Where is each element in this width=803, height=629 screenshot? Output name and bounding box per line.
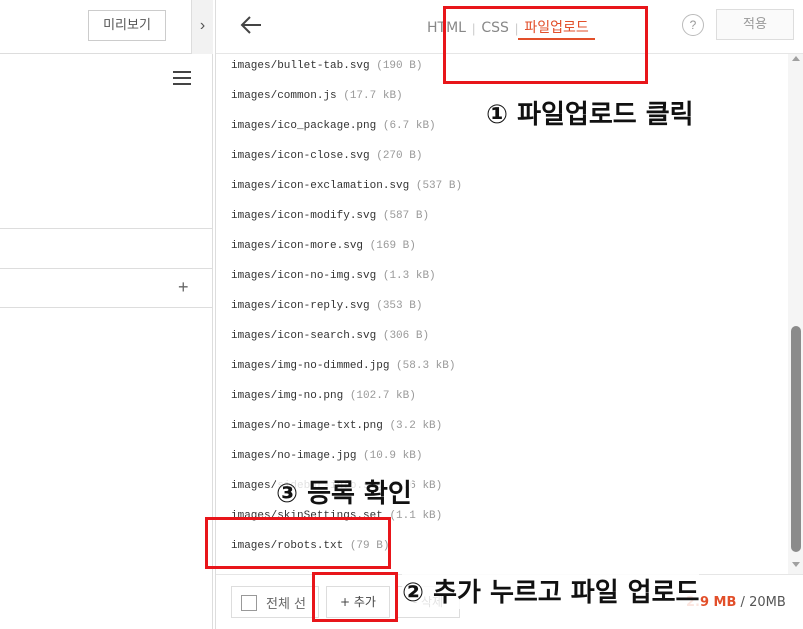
scrollbar[interactable] (788, 54, 803, 574)
back-arrow-icon[interactable] (238, 12, 264, 38)
file-size: (17.7 kB) (343, 90, 403, 102)
apply-button[interactable]: 적용 (716, 9, 794, 40)
divider (0, 307, 213, 308)
storage-total: 20MB (749, 595, 786, 610)
file-size: (587 B) (382, 210, 430, 222)
file-size: (3.2 kB) (389, 420, 443, 432)
file-name: images/img-no.png (231, 390, 344, 402)
file-name: images/icon-exclamation.svg (231, 180, 410, 192)
preview-button[interactable]: 미리보기 (88, 10, 166, 41)
file-list-item[interactable]: images/common.js (17.7 kB) (231, 86, 403, 106)
file-name: images/img-no-dimmed.jpg (231, 360, 390, 372)
annotation-step3: ③ 등록 확인 (276, 473, 412, 510)
file-size: (270 B) (376, 150, 423, 162)
divider (0, 228, 213, 229)
file-name: images/icon-search.svg (231, 330, 377, 342)
storage-usage: 2.9 MB / 20MB (686, 595, 786, 610)
editor-left-pane: 미리보기 › + (0, 0, 213, 629)
file-name: images/icon-more.svg (231, 240, 364, 252)
file-name: images/ico_package.png (231, 120, 377, 132)
file-list-item[interactable]: images/bullet-tab.svg (190 B) (231, 56, 422, 76)
file-list-item[interactable]: images/no-image.jpg (10.9 kB) (231, 446, 422, 466)
file-list-item[interactable]: images/ico_package.png (6.7 kB) (231, 116, 436, 136)
file-size: (58.3 kB) (396, 360, 456, 372)
highlight-add-button (312, 572, 398, 622)
file-size: (190 B) (376, 60, 423, 72)
annotation-step1: ① 파일업로드 클릭 (486, 100, 694, 130)
file-size: (102.7 kB) (349, 390, 416, 402)
file-list-item[interactable]: images/icon-close.svg (270 B) (231, 146, 422, 166)
scroll-up-icon[interactable] (792, 56, 800, 61)
divider (0, 268, 213, 269)
select-all-label: 전체 선 (266, 597, 307, 612)
file-name: images/icon-modify.svg (231, 210, 377, 222)
highlight-file-upload-tab (443, 6, 648, 84)
file-name: images/common.js (231, 90, 337, 102)
file-list-item[interactable]: images/icon-more.svg (169 B) (231, 236, 416, 256)
highlight-uploaded-file (205, 517, 391, 569)
file-name: images/icon-close.svg (231, 150, 370, 162)
file-list-item[interactable]: images/icon-search.svg (306 B) (231, 326, 429, 346)
file-list-item[interactable]: images/icon-exclamation.svg (537 B) (231, 176, 462, 196)
left-toolbar: 미리보기 › (0, 0, 213, 54)
file-name: images/icon-no-img.svg (231, 270, 377, 282)
plus-icon[interactable]: + (178, 278, 189, 296)
file-list-item[interactable]: images/img-no-dimmed.jpg (58.3 kB) (231, 356, 455, 376)
collapse-panel-icon[interactable]: › (191, 0, 213, 54)
storage-separator: / (736, 595, 750, 610)
file-size: (169 B) (369, 240, 416, 252)
file-name: images/bullet-tab.svg (231, 60, 370, 72)
file-size: (306 B) (382, 330, 430, 342)
file-size: (10.9 kB) (363, 450, 423, 462)
file-list-item[interactable]: images/icon-modify.svg (587 B) (231, 206, 429, 226)
annotation-step2: ② 추가 누르고 파일 업로드 (402, 572, 700, 609)
menu-icon[interactable] (173, 71, 191, 85)
file-size: (6.7 kB) (382, 120, 436, 132)
file-list-item[interactable]: images/icon-reply.svg (353 B) (231, 296, 422, 316)
file-size: (537 B) (415, 180, 463, 192)
file-name: images/icon-reply.svg (231, 300, 370, 312)
scroll-thumb[interactable] (791, 326, 801, 552)
file-size: (1.3 kB) (382, 270, 436, 282)
file-list-item[interactable]: images/img-no.png (102.7 kB) (231, 386, 416, 406)
file-list-item[interactable]: images/no-image-txt.png (3.2 kB) (231, 416, 442, 436)
file-size: (353 B) (376, 300, 423, 312)
file-name: images/no-image.jpg (231, 450, 357, 462)
file-list-item[interactable]: images/icon-no-img.svg (1.3 kB) (231, 266, 436, 286)
file-size: (1.1 kB) (389, 510, 443, 522)
select-all-checkbox[interactable] (241, 595, 257, 611)
file-name: images/no-image-txt.png (231, 420, 383, 432)
scroll-down-icon[interactable] (792, 562, 800, 567)
help-icon[interactable]: ? (682, 14, 704, 36)
select-all-button[interactable]: 전체 선 택 (231, 586, 319, 618)
